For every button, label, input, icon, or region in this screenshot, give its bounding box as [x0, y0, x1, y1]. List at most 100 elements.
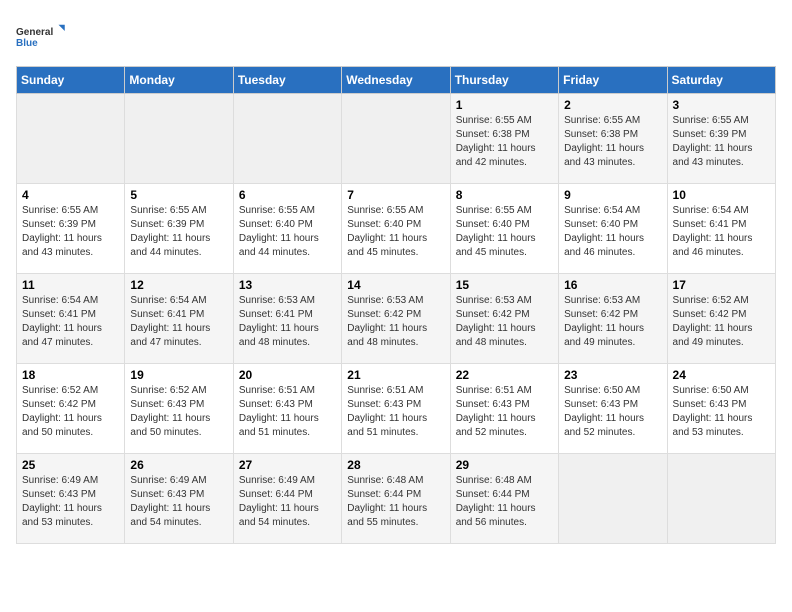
day-info: Sunrise: 6:55 AM Sunset: 6:38 PM Dayligh… [564, 114, 661, 170]
calendar-cell: 17Sunrise: 6:52 AM Sunset: 6:42 PM Dayli… [667, 274, 775, 364]
day-header: Thursday [450, 67, 558, 94]
calendar-cell: 3 Sunrise: 6:55 AM Sunset: 6:39 PM Daylig… [667, 94, 775, 184]
day-number: 7 [347, 188, 444, 202]
calendar-cell [342, 94, 450, 184]
calendar-cell [17, 94, 125, 184]
day-info: Sunrise: 6:53 AM Sunset: 6:42 PM Dayligh… [456, 294, 553, 350]
day-info: Sunrise: 6:48 AM Sunset: 6:44 PM Dayligh… [347, 474, 444, 530]
calendar-header-row: SundayMondayTuesdayWednesdayThursdayFrid… [17, 67, 776, 94]
calendar-cell: 13 Sunrise: 6:53 AM Sunset: 6:41 PM Dayli… [233, 274, 341, 364]
header: General Blue [16, 16, 776, 56]
calendar-cell: 20Sunrise: 6:51 AM Sunset: 6:43 PM Dayli… [233, 364, 341, 454]
day-info: Sunrise: 6:49 AM Sunset: 6:43 PM Dayligh… [22, 474, 119, 530]
calendar-cell: 21 Sunrise: 6:51 AM Sunset: 6:43 PM Dayli… [342, 364, 450, 454]
day-number: 10 [673, 188, 770, 202]
day-number: 22 [456, 368, 553, 382]
day-info: Sunrise: 6:52 AM Sunset: 6:42 PM Dayligh… [673, 294, 770, 350]
day-number: 20 [239, 368, 336, 382]
calendar-cell [233, 94, 341, 184]
day-info: Sunrise: 6:51 AM Sunset: 6:43 PM Dayligh… [456, 384, 553, 440]
calendar-cell [559, 454, 667, 544]
calendar-cell: 11 Sunrise: 6:54 AM Sunset: 6:41 PM Dayli… [17, 274, 125, 364]
day-info: Sunrise: 6:54 AM Sunset: 6:40 PM Dayligh… [564, 204, 661, 260]
calendar-cell: 18 Sunrise: 6:52 AM Sunset: 6:42 PM Dayli… [17, 364, 125, 454]
day-number: 21 [347, 368, 444, 382]
day-number: 19 [130, 368, 227, 382]
day-number: 13 [239, 278, 336, 292]
day-info: Sunrise: 6:50 AM Sunset: 6:43 PM Dayligh… [673, 384, 770, 440]
day-info: Sunrise: 6:52 AM Sunset: 6:43 PM Dayligh… [130, 384, 227, 440]
day-header: Wednesday [342, 67, 450, 94]
calendar-cell: 9 Sunrise: 6:54 AM Sunset: 6:40 PM Daylig… [559, 184, 667, 274]
day-info: Sunrise: 6:52 AM Sunset: 6:42 PM Dayligh… [22, 384, 119, 440]
calendar-cell: 6 Sunrise: 6:55 AM Sunset: 6:40 PM Daylig… [233, 184, 341, 274]
day-header: Saturday [667, 67, 775, 94]
calendar-cell: 28 Sunrise: 6:48 AM Sunset: 6:44 PM Dayli… [342, 454, 450, 544]
day-number: 8 [456, 188, 553, 202]
calendar-cell: 15 Sunrise: 6:53 AM Sunset: 6:42 PM Dayli… [450, 274, 558, 364]
logo: General Blue [16, 16, 66, 56]
day-header: Monday [125, 67, 233, 94]
calendar-week-row: 11 Sunrise: 6:54 AM Sunset: 6:41 PM Dayli… [17, 274, 776, 364]
day-info: Sunrise: 6:51 AM Sunset: 6:43 PM Dayligh… [347, 384, 444, 440]
logo-svg: General Blue [16, 16, 66, 56]
day-number: 11 [22, 278, 119, 292]
day-number: 28 [347, 458, 444, 472]
day-header: Friday [559, 67, 667, 94]
day-number: 18 [22, 368, 119, 382]
day-number: 6 [239, 188, 336, 202]
day-number: 5 [130, 188, 227, 202]
svg-text:General: General [16, 27, 53, 38]
calendar-week-row: 4 Sunrise: 6:55 AM Sunset: 6:39 PM Daylig… [17, 184, 776, 274]
calendar-cell: 4 Sunrise: 6:55 AM Sunset: 6:39 PM Daylig… [17, 184, 125, 274]
calendar-cell: 8 Sunrise: 6:55 AM Sunset: 6:40 PM Daylig… [450, 184, 558, 274]
day-header: Tuesday [233, 67, 341, 94]
calendar-cell: 23Sunrise: 6:50 AM Sunset: 6:43 PM Dayli… [559, 364, 667, 454]
day-number: 9 [564, 188, 661, 202]
day-info: Sunrise: 6:55 AM Sunset: 6:40 PM Dayligh… [239, 204, 336, 260]
day-number: 4 [22, 188, 119, 202]
day-info: Sunrise: 6:53 AM Sunset: 6:42 PM Dayligh… [347, 294, 444, 350]
day-info: Sunrise: 6:53 AM Sunset: 6:41 PM Dayligh… [239, 294, 336, 350]
day-header: Sunday [17, 67, 125, 94]
day-info: Sunrise: 6:53 AM Sunset: 6:42 PM Dayligh… [564, 294, 661, 350]
day-info: Sunrise: 6:49 AM Sunset: 6:43 PM Dayligh… [130, 474, 227, 530]
calendar-cell [667, 454, 775, 544]
calendar-cell: 2 Sunrise: 6:55 AM Sunset: 6:38 PM Daylig… [559, 94, 667, 184]
day-info: Sunrise: 6:55 AM Sunset: 6:40 PM Dayligh… [347, 204, 444, 260]
day-info: Sunrise: 6:54 AM Sunset: 6:41 PM Dayligh… [22, 294, 119, 350]
day-info: Sunrise: 6:50 AM Sunset: 6:43 PM Dayligh… [564, 384, 661, 440]
calendar-week-row: 1 Sunrise: 6:55 AM Sunset: 6:38 PM Daylig… [17, 94, 776, 184]
calendar-cell: 19 Sunrise: 6:52 AM Sunset: 6:43 PM Dayli… [125, 364, 233, 454]
day-number: 24 [673, 368, 770, 382]
calendar-cell: 5 Sunrise: 6:55 AM Sunset: 6:39 PM Daylig… [125, 184, 233, 274]
day-info: Sunrise: 6:49 AM Sunset: 6:44 PM Dayligh… [239, 474, 336, 530]
calendar-cell: 10 Sunrise: 6:54 AM Sunset: 6:41 PM Dayli… [667, 184, 775, 274]
calendar-cell: 16 Sunrise: 6:53 AM Sunset: 6:42 PM Dayli… [559, 274, 667, 364]
day-info: Sunrise: 6:55 AM Sunset: 6:38 PM Dayligh… [456, 114, 553, 170]
day-number: 15 [456, 278, 553, 292]
day-number: 16 [564, 278, 661, 292]
calendar-cell: 24 Sunrise: 6:50 AM Sunset: 6:43 PM Dayli… [667, 364, 775, 454]
calendar-cell: 29Sunrise: 6:48 AM Sunset: 6:44 PM Dayli… [450, 454, 558, 544]
calendar-week-row: 18 Sunrise: 6:52 AM Sunset: 6:42 PM Dayli… [17, 364, 776, 454]
day-number: 12 [130, 278, 227, 292]
day-number: 2 [564, 98, 661, 112]
day-info: Sunrise: 6:55 AM Sunset: 6:39 PM Dayligh… [673, 114, 770, 170]
calendar-cell: 27Sunrise: 6:49 AM Sunset: 6:44 PM Dayli… [233, 454, 341, 544]
day-info: Sunrise: 6:55 AM Sunset: 6:40 PM Dayligh… [456, 204, 553, 260]
calendar-table: SundayMondayTuesdayWednesdayThursdayFrid… [16, 66, 776, 544]
calendar-cell: 1 Sunrise: 6:55 AM Sunset: 6:38 PM Daylig… [450, 94, 558, 184]
calendar-week-row: 25Sunrise: 6:49 AM Sunset: 6:43 PM Dayli… [17, 454, 776, 544]
day-number: 26 [130, 458, 227, 472]
day-info: Sunrise: 6:55 AM Sunset: 6:39 PM Dayligh… [22, 204, 119, 260]
svg-text:Blue: Blue [16, 38, 38, 49]
day-info: Sunrise: 6:48 AM Sunset: 6:44 PM Dayligh… [456, 474, 553, 530]
day-number: 3 [673, 98, 770, 112]
day-info: Sunrise: 6:54 AM Sunset: 6:41 PM Dayligh… [673, 204, 770, 260]
calendar-cell [125, 94, 233, 184]
day-number: 1 [456, 98, 553, 112]
calendar-cell: 25Sunrise: 6:49 AM Sunset: 6:43 PM Dayli… [17, 454, 125, 544]
day-info: Sunrise: 6:55 AM Sunset: 6:39 PM Dayligh… [130, 204, 227, 260]
calendar-cell: 14Sunrise: 6:53 AM Sunset: 6:42 PM Dayli… [342, 274, 450, 364]
